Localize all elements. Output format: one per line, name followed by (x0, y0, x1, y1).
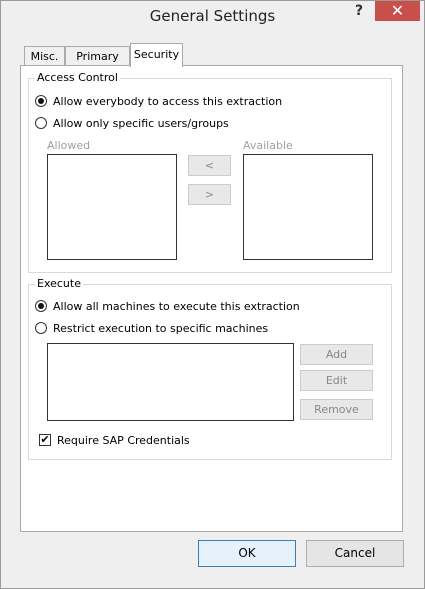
radio-restrict-machines-label: Restrict execution to specific machines (53, 322, 269, 335)
radio-allow-all-machines-label: Allow all machines to execute this extra… (53, 300, 300, 313)
title-bar[interactable]: General Settings ? ✕ (1, 1, 424, 31)
move-right-button[interactable]: > (188, 184, 231, 205)
security-tab-panel: Access Control Allow everybody to access… (20, 65, 403, 532)
radio-button-checked[interactable] (35, 95, 47, 107)
access-control-group: Access Control Allow everybody to access… (28, 71, 392, 273)
edit-button[interactable]: Edit (300, 370, 373, 391)
tab-primary-key[interactable]: Primary Key (65, 46, 130, 82)
radio-button-checked[interactable] (35, 300, 47, 312)
radio-allow-everybody-label: Allow everybody to access this extractio… (53, 95, 283, 108)
check-icon[interactable]: ✔ (39, 434, 51, 446)
radio-button[interactable] (35, 322, 47, 334)
machines-listbox[interactable] (47, 343, 294, 421)
close-button[interactable]: ✕ (375, 1, 420, 21)
radio-specific-users-label: Allow only specific users/groups (53, 117, 229, 130)
available-listbox[interactable] (243, 154, 373, 260)
require-sap-credentials-label: Require SAP Credentials (57, 434, 190, 447)
allowed-label: Allowed (47, 139, 91, 152)
available-label: Available (243, 139, 293, 152)
cancel-button[interactable]: Cancel (306, 540, 404, 567)
general-settings-dialog: General Settings ? ✕ Misc. Primary Key S… (0, 0, 425, 589)
tab-security[interactable]: Security (130, 43, 183, 67)
remove-button[interactable]: Remove (300, 399, 373, 420)
tab-misc[interactable]: Misc. (24, 46, 65, 65)
allowed-listbox[interactable] (47, 154, 177, 260)
radio-button[interactable] (35, 117, 47, 129)
execute-legend: Execute (35, 277, 83, 290)
access-control-legend: Access Control (35, 71, 120, 84)
execute-group: Execute Allow all machines to execute th… (28, 277, 392, 460)
move-left-button[interactable]: < (188, 155, 231, 176)
ok-button[interactable]: OK (198, 540, 296, 567)
add-button[interactable]: Add (300, 344, 373, 365)
help-button[interactable]: ? (347, 1, 371, 21)
